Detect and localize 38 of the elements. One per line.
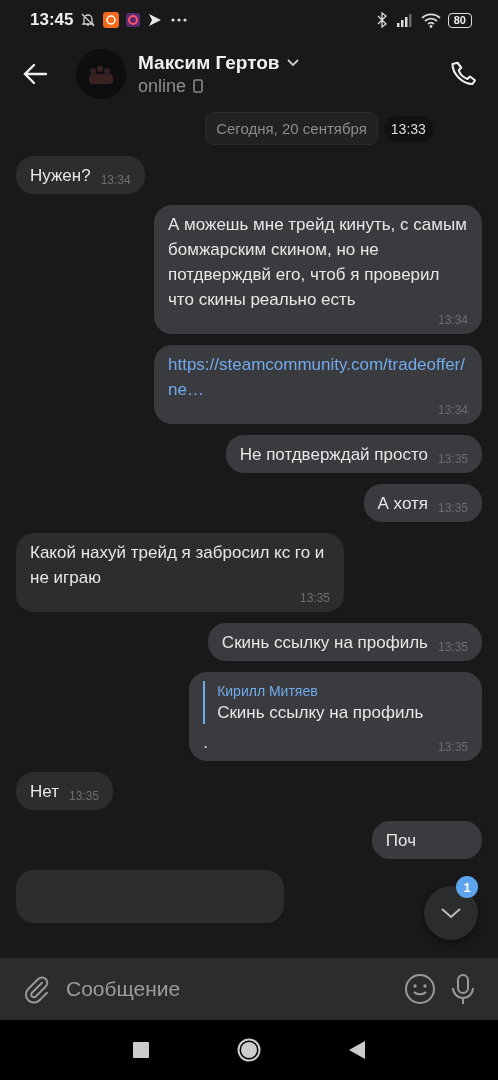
message-text: . — [203, 732, 208, 754]
reply-text: Скинь ссылку на профиль — [217, 702, 425, 724]
back-nav-icon[interactable] — [349, 1041, 365, 1059]
message-composer[interactable]: Сообщение — [0, 958, 498, 1020]
message-text: Нужен? — [30, 165, 91, 187]
message-input[interactable]: Сообщение — [66, 971, 390, 1007]
back-icon[interactable] — [22, 63, 48, 85]
unread-badge: 1 — [456, 876, 478, 898]
message-text: Нет — [30, 781, 59, 803]
date-chip: Сегодня, 20 сентября — [205, 112, 378, 145]
chevron-down-icon — [440, 907, 462, 919]
message-time: 13:35 — [67, 788, 99, 804]
message-time: 13:35 — [298, 590, 330, 606]
status-time: 13:45 — [30, 10, 74, 30]
contact-name[interactable]: Максим Гертов — [138, 51, 280, 74]
more-icon — [170, 17, 189, 23]
message-time: 13:34 — [99, 172, 131, 188]
app-icon — [103, 12, 120, 28]
message-text: Скинь ссылку на профиль — [221, 632, 428, 654]
emoji-icon[interactable] — [404, 973, 436, 1005]
muted-bell-icon — [80, 12, 97, 28]
message-text: Не потдверждай просто — [239, 444, 428, 466]
signal-icon — [395, 13, 414, 27]
app-icon — [126, 13, 141, 27]
message-text: Какой нахуй трейд я забросил кс го и не играю — [30, 542, 326, 589]
message-link[interactable]: https://steamcommunity.com/tradeoffer/ne… — [168, 352, 468, 402]
message-time: 13:33 — [383, 115, 433, 142]
battery-indicator: 80 — [447, 12, 472, 28]
chevron-icon[interactable] — [286, 58, 299, 67]
message-text: А можешь мне трейд кинуть, с самым бомжарским скином, но не потдверждвй его, чтоб я проверил что скины реально есть — [168, 214, 468, 311]
message-text: А хотя — [377, 493, 428, 515]
reply-author: Кирилл Митяев — [217, 682, 319, 701]
online-status: online — [138, 75, 187, 97]
home-icon[interactable] — [237, 1038, 261, 1062]
wifi-icon — [420, 12, 441, 28]
phone-device-icon — [193, 79, 204, 93]
microphone-icon[interactable] — [450, 973, 476, 1005]
message-text: Поч — [385, 830, 416, 852]
